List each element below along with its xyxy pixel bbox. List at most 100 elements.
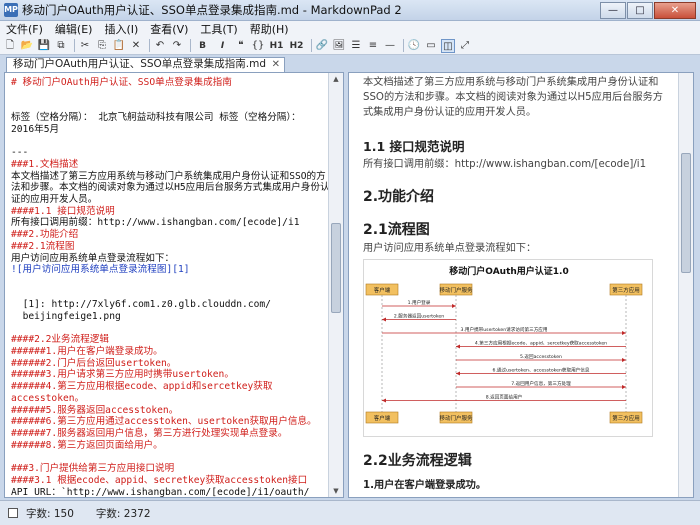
editor-line: ####2.2业务流程逻辑 [11, 334, 109, 346]
message-label: 7.返回用户信息，第三方处理 [511, 380, 571, 387]
arrow-head [622, 385, 626, 389]
open-folder-icon[interactable]: 📂 [20, 39, 34, 53]
message-label: 2.服务器返回usertoken [394, 313, 444, 320]
preview-heading-2-2: 2.2业务流程逻辑 [363, 453, 472, 469]
preview-intro: 本文档描述了第三方应用系统与移动门户系统集成用户身份认证和SSO的方法和步骤。本… [363, 77, 663, 118]
html-preview: 本文档描述了第三方应用系统与移动门户系统集成用户身份认证和SSO的方法和步骤。本… [348, 72, 694, 498]
editor-line: 用户访问应用系统单点登录流程如下： [11, 252, 175, 264]
actor-label-bottom: 客户端 [374, 414, 391, 422]
editor-line: [1]: http://7xly6f.com1.z0.glb.clouddn.c… [11, 299, 271, 311]
markdown-editor[interactable]: # 移动门户OAuth用户认证、SSO单点登录集成指南标签（空格分隔）： 北京飞… [4, 72, 344, 498]
save-all-icon[interactable]: ⧉ [54, 39, 68, 53]
list-icon[interactable]: ☰ [349, 39, 363, 53]
bold-button[interactable]: B [194, 39, 211, 53]
quote-icon[interactable]: ❝ [234, 39, 248, 53]
image-icon[interactable]: 🖼 [332, 39, 346, 53]
arrow-head [382, 398, 386, 403]
editor-line: 证的应用开发人员。 [11, 193, 98, 205]
editor-line: 所有接口调用前缀：http://www.ishangban.com/[ecode… [11, 217, 300, 229]
word-count: 字数: 150 [26, 507, 74, 520]
menu-file[interactable]: 文件(F) [6, 21, 43, 37]
link-icon[interactable]: 🔗 [315, 39, 329, 53]
editor-line: ####3.1 根据ecode、appid、secretkey获取accesst… [11, 474, 308, 486]
italic-button[interactable]: I [214, 39, 231, 53]
status-bar: 字数: 150 字数: 2372 [0, 500, 700, 525]
preview-flow-text: 用户访问应用系统单点登录流程如下： [363, 243, 537, 254]
preview-heading-2-1: 2.1流程图 [363, 222, 430, 238]
editor-line: ######4.第三方应用根据ecode、appid和sercetkey获取ac… [11, 381, 273, 404]
minimize-button[interactable]: — [600, 1, 626, 19]
actor-label-bottom: 第三方应用 [612, 414, 640, 422]
preview-step-1: 1.用户在客户端登录成功。 [363, 480, 487, 491]
message-label: 6.通过usertoken、accesstoken获取用户信息 [493, 367, 590, 374]
tab-close-icon[interactable]: ✕ [272, 58, 280, 71]
sequence-diagram-svg: 移动门户OAuth用户认证1.0客户端客户端移动门户服务移动门户服务第三方应用第… [365, 265, 643, 424]
editor-line: --- [11, 147, 29, 159]
ordered-list-icon[interactable]: ≡ [366, 39, 380, 53]
timestamp-icon[interactable]: 🕓 [407, 39, 421, 53]
editor-line: ######5.服务器返回accesstoken。 [11, 404, 179, 416]
message-label: 3.用户携带usertoken请求访问第三方应用 [461, 326, 548, 333]
preview-toggle-icon[interactable]: ▭ [424, 39, 438, 53]
copy-icon[interactable]: ⎘ [95, 39, 109, 53]
window-controls: — □ ✕ [599, 1, 696, 19]
preview-heading-2: 2.功能介绍 [363, 189, 435, 205]
fullscreen-icon[interactable]: ⤢ [458, 39, 472, 53]
save-icon[interactable]: 💾 [37, 39, 51, 53]
editor-scrollbar[interactable]: ▲ ▼ [328, 73, 343, 497]
editor-line: ######7.服务器返回用户信息，第三方进行处理实现单点登录。 [11, 428, 288, 439]
maximize-button[interactable]: □ [627, 1, 653, 19]
actor-label-top: 第三方应用 [612, 286, 640, 294]
message-label: 4.第三方应用根据ecode、appid、sercetkey获取accessto… [475, 340, 607, 347]
scroll-down-icon[interactable]: ▼ [329, 485, 343, 497]
arrow-head [622, 358, 626, 362]
editor-line: ######1.用户在客户端登录成功。 [11, 346, 163, 358]
h1-button[interactable]: H1 [268, 39, 285, 53]
editor-scroll-thumb[interactable] [331, 223, 341, 313]
diagram-title: 移动门户OAuth用户认证1.0 [449, 265, 568, 277]
sequence-diagram: 移动门户OAuth用户认证1.0 客户端 客户端 移动门户服务 移动门户服务 第三方应用第… [363, 259, 653, 437]
toolbar: 🗋 📂 💾 ⧉ ✂ ⎘ 📋 ✕ ↶ ↷ B I ❝ {} H1 H2 🔗 🖼 ☰… [0, 37, 700, 55]
editor-line: ######3.用户请求第三方应用时携带usertoken。 [11, 369, 234, 381]
menu-edit[interactable]: 编辑(E) [55, 21, 93, 37]
delete-icon[interactable]: ✕ [129, 39, 143, 53]
split-view-icon[interactable]: ◫ [441, 38, 455, 53]
menu-help[interactable]: 帮助(H) [250, 21, 289, 37]
editor-line: # 移动门户OAuth用户认证、SSO单点登录集成指南 [11, 77, 232, 88]
editor-line: 标签（空格分隔）： 北京飞舸益动科技有限公司 标签（空格分隔）： [11, 112, 301, 124]
preview-scrollbar[interactable] [678, 73, 693, 497]
horizontal-rule-icon[interactable]: — [383, 39, 397, 53]
menu-view[interactable]: 查看(V) [150, 21, 188, 37]
arrow-head [456, 371, 460, 376]
undo-icon[interactable]: ↶ [153, 39, 167, 53]
editor-line: ######6.第三方应用通过accesstoken、usertoken获取用户… [11, 416, 317, 428]
window-title: 移动门户OAuth用户认证、SSO单点登录集成指南.md - MarkdownP… [22, 3, 402, 17]
editor-text[interactable]: # 移动门户OAuth用户认证、SSO单点登录集成指南标签（空格分隔）： 北京飞… [5, 73, 343, 497]
redo-icon[interactable]: ↷ [170, 39, 184, 53]
menu-bar: 文件(F) 编辑(E) 插入(I) 查看(V) 工具(T) 帮助(H) [0, 21, 700, 37]
new-file-icon[interactable]: 🗋 [3, 39, 17, 53]
paste-icon[interactable]: 📋 [112, 39, 126, 53]
code-icon[interactable]: {} [251, 39, 265, 53]
h2-button[interactable]: H2 [288, 39, 305, 53]
document-tab[interactable]: 移动门户OAuth用户认证、SSO单点登录集成指南.md ✕ [6, 57, 286, 72]
toolbar-separator [74, 39, 75, 52]
actor-label-bottom: 移动门户服务 [439, 414, 473, 422]
char-count: 字数: 2372 [95, 507, 151, 520]
editor-line: ![用户访问应用系统单点登录流程图][1] [11, 264, 190, 276]
scroll-up-icon[interactable]: ▲ [329, 73, 343, 85]
close-button[interactable]: ✕ [654, 1, 696, 19]
editor-line: 本文档描述了第三方应用系统与移动门户系统集成用户身份认证和SSO的方 [11, 170, 326, 182]
menu-tools[interactable]: 工具(T) [200, 21, 237, 37]
cut-icon[interactable]: ✂ [78, 39, 92, 53]
preview-scroll-thumb[interactable] [681, 153, 691, 273]
editor-line: ####1.1 接口规范说明 [11, 205, 115, 217]
status-icon [8, 508, 18, 518]
message-label: 5.返回accesstoken [520, 353, 562, 360]
menu-insert[interactable]: 插入(I) [104, 21, 138, 37]
editor-line: 2016年5月 [11, 123, 60, 135]
